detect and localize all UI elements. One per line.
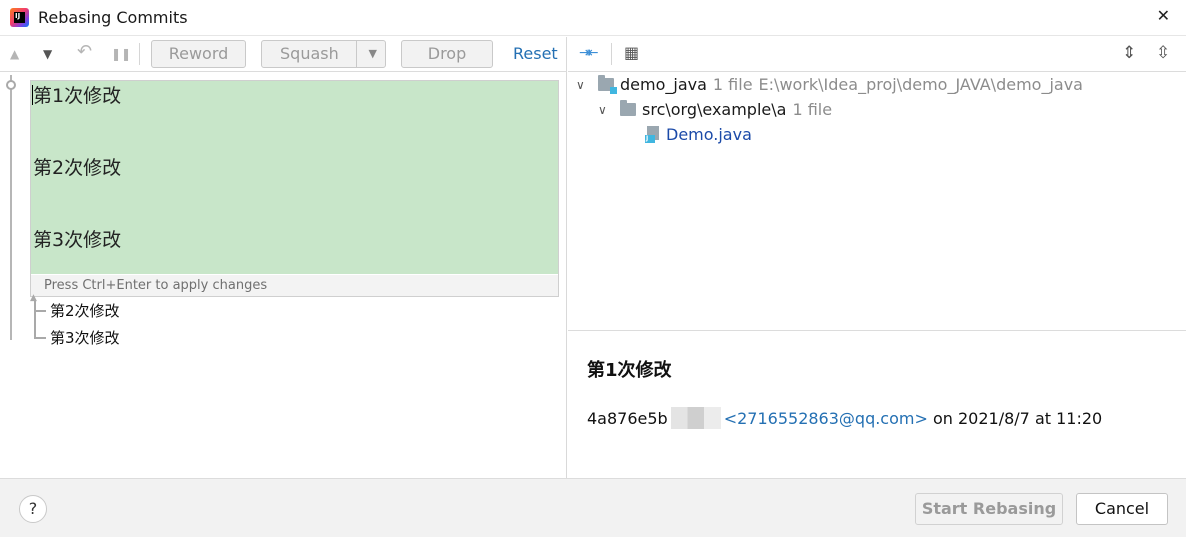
squash-dropdown-icon[interactable]: ▼	[369, 41, 377, 67]
commit-hash: 4a876e5b	[587, 409, 668, 428]
pause-icon[interactable]: ❚❚	[111, 47, 131, 61]
window-title: Rebasing Commits	[38, 8, 188, 27]
commit-subject: 第1次修改	[587, 360, 672, 381]
squash-split-divider	[356, 41, 357, 67]
reword-button[interactable]: Reword	[151, 40, 246, 68]
close-icon[interactable]: ✕	[1157, 6, 1170, 25]
commit-item[interactable]: 第2次修改	[50, 300, 120, 321]
changes-toolbar: ⇥⇤ ▦ ⇕ ⇳	[568, 37, 1186, 72]
commits-toolbar: ▲ ▼ ↶ ❚❚ Reword Squash ▼ Drop Reset	[0, 37, 567, 72]
connector-arrow-icon: ▲	[30, 293, 37, 303]
cancel-button[interactable]: Cancel	[1076, 493, 1168, 525]
commit-hook	[34, 310, 46, 312]
commit-graph-node	[6, 80, 16, 90]
module-name: demo_java	[620, 75, 707, 94]
folder-icon	[620, 100, 636, 116]
collapse-all-icon[interactable]: ⇳	[1156, 43, 1170, 63]
group-by-icon[interactable]: ▦	[624, 43, 639, 62]
squash-button[interactable]: Squash ▼	[261, 40, 386, 68]
commits-pane: ▲ ▼ ↶ ❚❚ Reword Squash ▼ Drop Reset 第1次修…	[0, 37, 567, 478]
toolbar-separator	[139, 43, 140, 65]
file-name: Demo.java	[666, 125, 752, 144]
folder-name: src\org\example\a	[642, 100, 787, 119]
author-email[interactable]: <2716552863@qq.com>	[724, 409, 928, 428]
squash-label: Squash	[280, 44, 339, 63]
module-folder-icon	[598, 75, 617, 94]
dialog-footer: ? Start Rebasing Cancel	[0, 478, 1186, 537]
editor-line: 第1次修改	[33, 85, 122, 107]
move-up-icon[interactable]: ▲	[10, 47, 19, 61]
start-rebasing-button[interactable]: Start Rebasing	[915, 493, 1063, 525]
expand-all-icon[interactable]: ⇕	[1122, 43, 1136, 63]
title-bar: IJ Rebasing Commits ✕	[0, 0, 1186, 36]
tree-node-file[interactable]: J Demo.java	[645, 125, 752, 144]
chevron-down-icon[interactable]: ∨	[576, 78, 585, 92]
commit-hook	[34, 337, 46, 339]
commit-meta: 4a876e5b <2716552863@qq.com> on 2021/8/7 …	[587, 407, 1102, 429]
move-down-icon[interactable]: ▼	[43, 47, 52, 61]
details-divider	[568, 330, 1186, 331]
editor-line: 第3次修改	[33, 229, 122, 251]
help-button[interactable]: ?	[19, 495, 47, 523]
toolbar-separator	[611, 43, 612, 65]
commit-tree-connector	[34, 299, 36, 339]
commit-graph-line	[10, 75, 12, 340]
commit-message-editor[interactable]: 第1次修改 第2次修改 第3次修改 Press Ctrl+Enter to ap…	[30, 80, 559, 297]
commit-item[interactable]: 第3次修改	[50, 327, 120, 348]
drop-button[interactable]: Drop	[401, 40, 493, 68]
file-count: 1 file	[712, 75, 753, 94]
module-path: E:\work\Idea_proj\demo_JAVA\demo_java	[758, 75, 1083, 94]
tree-node-folder[interactable]: ∨ src\org\example\a 1 file	[598, 100, 832, 119]
editor-text-area[interactable]: 第1次修改 第2次修改 第3次修改	[31, 81, 558, 274]
chevron-down-icon[interactable]: ∨	[598, 103, 607, 117]
editor-line: 第2次修改	[33, 157, 122, 179]
commit-date: on 2021/8/7 at 11:20	[932, 409, 1103, 428]
editor-hint: Press Ctrl+Enter to apply changes	[31, 275, 558, 296]
reset-link[interactable]: Reset	[513, 44, 558, 63]
file-count: 1 file	[792, 100, 833, 119]
undo-icon[interactable]: ↶	[77, 41, 92, 62]
java-file-icon: J	[645, 126, 659, 143]
redacted-author	[670, 407, 721, 429]
collapse-diff-icon[interactable]: ⇥⇤	[579, 45, 599, 61]
tree-node-module[interactable]: ∨ demo_java 1 file E:\work\Idea_proj\demo_…	[576, 75, 1083, 94]
intellij-logo-icon: IJ	[10, 8, 29, 27]
